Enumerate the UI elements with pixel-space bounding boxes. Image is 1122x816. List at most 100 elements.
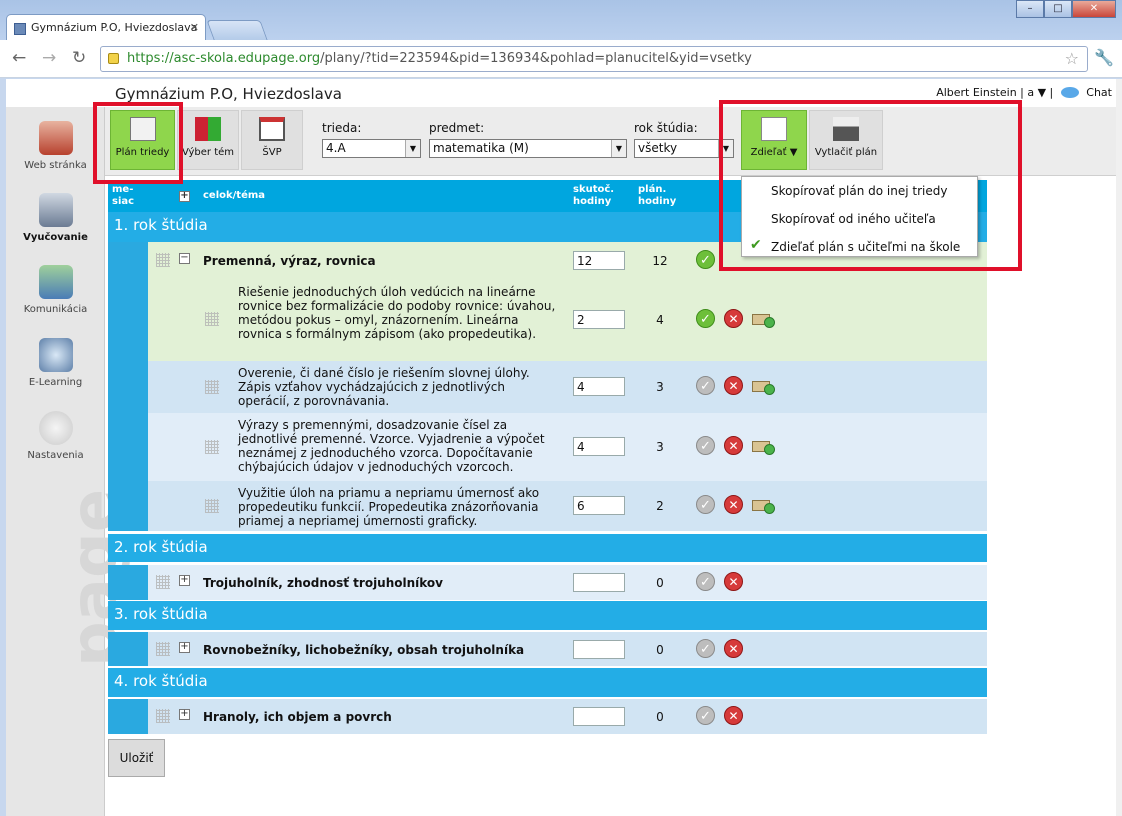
check-icon[interactable]: ✓ — [696, 572, 715, 591]
drag-handle-icon[interactable] — [205, 312, 219, 326]
add-resource-icon[interactable] — [752, 376, 776, 395]
svp-icon — [259, 117, 285, 141]
left-navigation: Web stránka Vyučovanie Komunikácia E-Lea… — [6, 107, 132, 816]
minimize-button[interactable]: – — [1016, 0, 1044, 18]
add-resource-icon[interactable] — [752, 309, 776, 328]
close-window-button[interactable]: ✕ — [1072, 0, 1116, 18]
url-scheme: https:// — [127, 51, 174, 66]
trieda-label: trieda: — [322, 121, 362, 135]
predmet-label: predmet: — [429, 121, 485, 135]
header-plan: plán. hodiny — [638, 184, 677, 207]
delete-icon[interactable]: ✕ — [724, 706, 743, 725]
check-icon[interactable]: ✓ — [696, 495, 715, 514]
header-celok: celok/téma — [203, 190, 266, 201]
delete-icon[interactable]: ✕ — [724, 309, 743, 328]
add-resource-icon[interactable] — [752, 495, 776, 514]
section-header: 3. rok štúdia — [108, 601, 987, 630]
planned-hours: 0 — [656, 576, 664, 590]
chat-icon[interactable] — [1060, 87, 1079, 98]
check-icon[interactable]: ✓ — [696, 309, 715, 328]
user-menu[interactable]: Albert Einstein | a ▼ | — [936, 86, 1053, 99]
hours-input[interactable] — [573, 640, 625, 659]
browser-tab[interactable]: Gymnázium P.O, Hviezdoslava ✕ — [6, 14, 206, 42]
svp-label: ŠVP — [262, 147, 282, 158]
subtopic-row: Overenie, či dané číslo je riešením slov… — [148, 361, 987, 413]
planned-hours: 12 — [652, 254, 668, 268]
tab-close-icon[interactable]: ✕ — [190, 21, 199, 34]
expand-icon[interactable]: + — [179, 709, 190, 720]
hours-input[interactable]: 2 — [573, 310, 625, 329]
reload-icon[interactable]: ↻ — [72, 48, 86, 68]
hours-input[interactable]: 4 — [573, 377, 625, 396]
house-icon — [38, 121, 73, 155]
browser-toolbar: ← → ↻ https://asc-skola.edupage.org/plan… — [0, 40, 1122, 78]
delete-icon[interactable]: ✕ — [724, 495, 743, 514]
back-icon[interactable]: ← — [12, 48, 26, 68]
planned-hours: 4 — [656, 313, 664, 327]
drag-handle-icon[interactable] — [205, 380, 219, 394]
check-icon[interactable]: ✓ — [696, 706, 715, 725]
expand-icon[interactable]: + — [179, 642, 190, 653]
header-skutoc: skutoč. hodiny — [573, 184, 615, 207]
nav-vyucovanie[interactable]: Vyučovanie — [6, 193, 105, 243]
drag-handle-icon[interactable] — [156, 642, 170, 656]
topic-name: Hranoly, ich objem a povrch — [203, 710, 392, 724]
delete-icon[interactable]: ✕ — [724, 572, 743, 591]
nav-e-learning[interactable]: E-Learning — [6, 338, 105, 388]
topic-select-icon — [195, 117, 221, 141]
chat-link[interactable]: Chat — [1086, 86, 1112, 99]
planned-hours: 2 — [656, 499, 664, 513]
address-bar[interactable]: https://asc-skola.edupage.org/plany/?tid… — [100, 46, 1088, 72]
wrench-icon[interactable]: 🔧 — [1094, 48, 1114, 67]
check-icon[interactable]: ✓ — [696, 639, 715, 658]
svp-button[interactable]: ŠVP — [241, 110, 303, 170]
save-button[interactable]: Uložiť — [108, 739, 165, 777]
maximize-button[interactable]: □ — [1044, 0, 1072, 18]
month-column — [108, 565, 148, 600]
gear-icon — [38, 411, 73, 445]
nav-nastavenia[interactable]: Nastavenia — [6, 411, 105, 461]
drag-handle-icon[interactable] — [205, 499, 219, 513]
subtopic-text: Využitie úloh na priamu a nepriamu úmern… — [238, 486, 540, 528]
nav-komunikacia[interactable]: Komunikácia — [6, 265, 105, 315]
nav-label: Komunikácia — [23, 304, 88, 315]
hours-input[interactable] — [573, 707, 625, 726]
vyber-tem-button[interactable]: Výber tém — [177, 110, 239, 170]
new-tab-button[interactable] — [206, 20, 268, 40]
delete-icon[interactable]: ✕ — [724, 376, 743, 395]
url-host: asc-skola.edupage.org — [173, 51, 321, 66]
hours-input[interactable] — [573, 573, 625, 592]
collapse-icon[interactable]: − — [179, 253, 190, 264]
topic-row: + Trojuholník, zhodnosť trojuholníkov 0 … — [148, 565, 987, 600]
people-icon — [38, 265, 73, 299]
hours-input[interactable]: 6 — [573, 496, 625, 515]
month-column — [108, 632, 148, 666]
forward-icon[interactable]: → — [42, 48, 56, 68]
delete-icon[interactable]: ✕ — [724, 639, 743, 658]
check-icon[interactable]: ✓ — [696, 250, 715, 269]
expand-icon[interactable]: + — [179, 575, 190, 586]
predmet-select[interactable]: matematika (M) ▼ — [429, 139, 627, 158]
lock-icon — [108, 53, 119, 64]
drag-handle-icon[interactable] — [156, 253, 170, 267]
trieda-select[interactable]: 4.A ▼ — [322, 139, 421, 158]
planned-hours: 3 — [656, 380, 664, 394]
drag-handle-icon[interactable] — [205, 440, 219, 454]
nav-label: Web stránka — [24, 160, 87, 171]
rok-studia-label: rok štúdia: — [634, 121, 698, 135]
delete-icon[interactable]: ✕ — [724, 436, 743, 455]
check-icon[interactable]: ✓ — [696, 436, 715, 455]
site-title: Gymnázium P.O, Hviezdoslava — [115, 85, 342, 103]
drag-handle-icon[interactable] — [156, 709, 170, 723]
scrollbar[interactable] — [1116, 79, 1122, 816]
section-header: 2. rok štúdia — [108, 534, 987, 562]
expand-all-icon[interactable]: + — [179, 191, 190, 202]
hours-input[interactable]: 4 — [573, 437, 625, 456]
nav-web-stranka[interactable]: Web stránka — [6, 121, 105, 171]
drag-handle-icon[interactable] — [156, 575, 170, 589]
globe-icon — [38, 338, 73, 372]
hours-input[interactable]: 12 — [573, 251, 625, 270]
check-icon[interactable]: ✓ — [696, 376, 715, 395]
bookmark-star-icon[interactable]: ☆ — [1065, 49, 1079, 68]
add-resource-icon[interactable] — [752, 436, 776, 455]
